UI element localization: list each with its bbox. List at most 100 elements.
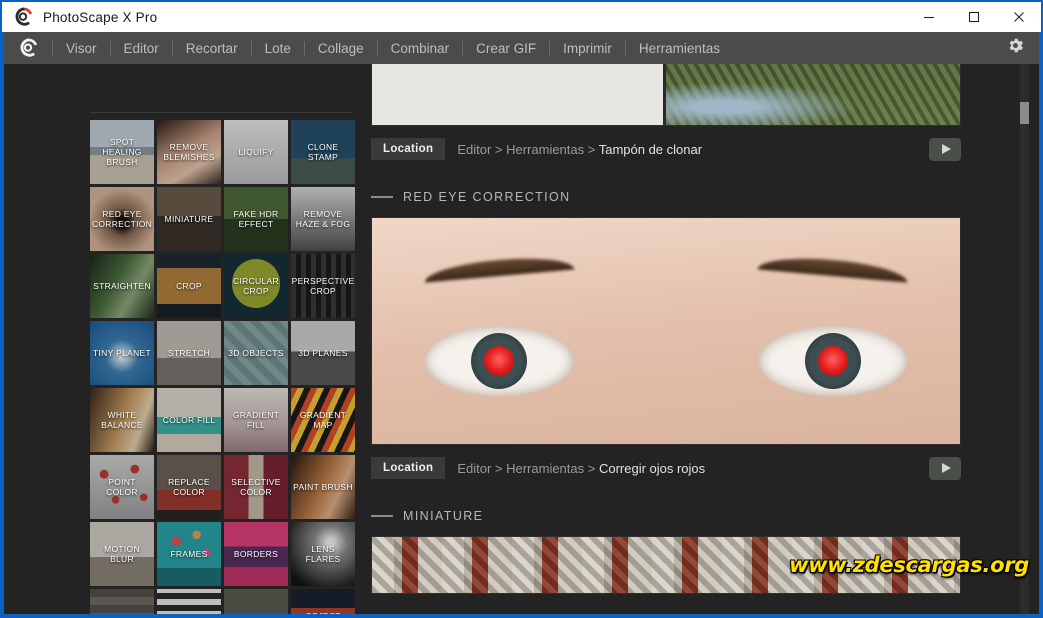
preview-image[interactable] <box>371 64 961 126</box>
location-chip: Location <box>371 457 446 479</box>
tool-tile-draw[interactable]: DRAW <box>157 589 221 614</box>
tool-tile-label: REMOVE BLEMISHES <box>163 142 215 162</box>
maximize-button[interactable] <box>951 2 996 32</box>
tool-tile-replace-color[interactable]: REPLACE COLOR <box>157 455 221 519</box>
play-icon[interactable] <box>929 137 961 161</box>
tool-tile-lens-flares[interactable]: LENS FLARES <box>291 522 355 586</box>
preview-artwork <box>372 64 960 125</box>
tool-tile-miniature[interactable]: MINIATURE <box>157 187 221 251</box>
tool-tile-perspective-crop[interactable]: PERSPECTIVE CROP <box>291 254 355 318</box>
tool-tile-label: STRETCH <box>167 348 211 358</box>
menu-item-combinar[interactable]: Combinar <box>378 32 463 64</box>
tool-tile-object-mask[interactable]: OBJECT MASK <box>291 589 355 614</box>
tool-tile-label: GRADIENT MAP <box>299 410 347 430</box>
tool-tile-remove-blemishes[interactable]: REMOVE BLEMISHES <box>157 120 221 184</box>
tool-tile-liquify[interactable]: LIQUIFY <box>224 120 288 184</box>
menu-item-recortar[interactable]: Recortar <box>173 32 251 64</box>
menu-item-imprimir[interactable]: Imprimir <box>550 32 625 64</box>
tool-tile-frames[interactable]: FRAMES <box>157 522 221 586</box>
tool-tile-paint-brush[interactable]: PAINT BRUSH <box>291 455 355 519</box>
tool-tile-red-eye-correction[interactable]: RED EYE CORRECTION <box>90 187 154 251</box>
tool-tile-straighten[interactable]: STRAIGHTEN <box>90 254 154 318</box>
tool-thumbnail-scrim <box>90 589 154 614</box>
tool-tile-label: CROP <box>176 281 202 291</box>
settings-button[interactable] <box>991 32 1039 64</box>
tool-tile-motion-blur[interactable]: MOTION BLUR <box>90 522 154 586</box>
tool-tile-label: LIQUIFY <box>238 147 274 157</box>
content-panel: Location Editor > Herramientas > Tampón d… <box>359 64 1039 614</box>
eye-left <box>424 326 574 396</box>
play-icon[interactable] <box>929 456 961 480</box>
section-title: MINIATURE <box>403 509 484 523</box>
tool-tile-color-fill[interactable]: COLOR FILL <box>157 388 221 452</box>
section-header: RED EYE CORRECTION <box>359 182 1021 212</box>
tool-tile-scatter[interactable]: SCATTER <box>224 589 288 614</box>
tool-tile-selective-color[interactable]: SELECTIVE COLOR <box>224 455 288 519</box>
tool-tile-gradient-map[interactable]: GRADIENT MAP <box>291 388 355 452</box>
app-logo-button[interactable] <box>4 32 52 64</box>
preview-image[interactable] <box>371 217 961 445</box>
tool-thumbnail-scrim <box>224 589 288 614</box>
tool-tile-label: GRADIENT FILL <box>232 410 280 430</box>
menu-item-crear-gif[interactable]: Crear GIF <box>463 32 549 64</box>
tool-tile-stretch[interactable]: STRETCH <box>157 321 221 385</box>
tool-tile-circular-crop[interactable]: CIRCULAR CROP <box>224 254 288 318</box>
tool-tile-tiny-planet[interactable]: TINY PLANET <box>90 321 154 385</box>
tool-tile-3d-objects[interactable]: 3D OBJECTS <box>224 321 288 385</box>
tool-tile-label: FRAMES <box>170 549 208 559</box>
window-title: PhotoScape X Pro <box>43 9 158 25</box>
section-title: RED EYE CORRECTION <box>403 190 571 204</box>
application-window: PhotoScape X Pro Visor Editor Recortar Lote… <box>0 0 1043 618</box>
eye-right <box>758 326 908 396</box>
title-bar: PhotoScape X Pro <box>0 0 1043 32</box>
location-chip: Location <box>371 138 446 160</box>
window-controls <box>906 2 1041 32</box>
eyebrow-right <box>757 253 909 283</box>
section-dash-icon <box>371 196 393 198</box>
tool-tile-mosaic[interactable]: MOSAIC <box>90 589 154 614</box>
tool-tile-fake-hdr-effect[interactable]: FAKE HDR EFFECT <box>224 187 288 251</box>
tool-tile-label: PAINT BRUSH <box>293 482 353 492</box>
tool-tile-label: TINY PLANET <box>93 348 151 358</box>
menu-item-herramientas[interactable]: Herramientas <box>626 32 733 64</box>
tool-tile-label: CIRCULAR CROP <box>233 276 279 296</box>
content-section: RED EYE CORRECTION Location Editor > Herra… <box>359 182 1021 483</box>
vertical-scrollbar[interactable] <box>1020 64 1029 614</box>
menu-item-lote[interactable]: Lote <box>252 32 304 64</box>
tool-tile-label: BORDERS <box>233 549 279 559</box>
tool-tile-crop[interactable]: CROP <box>157 254 221 318</box>
tools-sidebar: EDIT SPOT HEALING BRUSHREMOVE BLEMISHESL… <box>4 64 359 614</box>
tool-tile-remove-haze-fog[interactable]: REMOVE HAZE & FOG <box>291 187 355 251</box>
tool-tile-3d-planes[interactable]: 3D PLANES <box>291 321 355 385</box>
tool-tile-clone-stamp[interactable]: CLONE STAMP <box>291 120 355 184</box>
scrollbar-thumb[interactable] <box>1020 102 1029 124</box>
tool-tile-label: SPOT HEALING BRUSH <box>102 137 142 167</box>
tool-tile-label: REPLACE COLOR <box>168 477 210 497</box>
tool-tile-label: RED EYE CORRECTION <box>91 209 153 229</box>
tool-tile-label: FAKE HDR EFFECT <box>233 209 279 229</box>
tool-tile-label: REMOVE HAZE & FOG <box>295 209 351 229</box>
location-breadcrumb: Editor > Herramientas > Corregir ojos ro… <box>457 461 705 476</box>
tool-tile-label: WHITE BALANCE <box>101 410 143 430</box>
minimize-button[interactable] <box>906 2 951 32</box>
breadcrumb-current: Tampón de clonar <box>598 141 703 157</box>
location-bar: Location Editor > Herramientas > Tampón d… <box>371 134 961 164</box>
tool-tile-point-color[interactable]: POINT COLOR <box>90 455 154 519</box>
menu-item-editor[interactable]: Editor <box>111 32 172 64</box>
menu-item-visor[interactable]: Visor <box>53 32 110 64</box>
tool-tile-label: 3D PLANES <box>298 348 348 358</box>
tool-tile-label: LENS FLARES <box>305 544 341 564</box>
watermark-text: www.zdescargas.org <box>789 553 1029 577</box>
menu-item-collage[interactable]: Collage <box>305 32 377 64</box>
tool-tile-borders[interactable]: BORDERS <box>224 522 288 586</box>
tool-tile-label: PERSPECTIVE CROP <box>291 276 355 296</box>
tool-tile-label: POINT COLOR <box>106 477 138 497</box>
tool-tile-spot-healing-brush[interactable]: SPOT HEALING BRUSH <box>90 120 154 184</box>
eyebrow-left <box>423 253 575 283</box>
breadcrumb-prefix: Editor > Herramientas > <box>457 141 599 157</box>
tool-tile-label: MOTION BLUR <box>104 544 140 564</box>
tool-tile-label: COLOR FILL <box>162 415 216 425</box>
tool-tile-gradient-fill[interactable]: GRADIENT FILL <box>224 388 288 452</box>
close-button[interactable] <box>996 2 1041 32</box>
tool-tile-white-balance[interactable]: WHITE BALANCE <box>90 388 154 452</box>
